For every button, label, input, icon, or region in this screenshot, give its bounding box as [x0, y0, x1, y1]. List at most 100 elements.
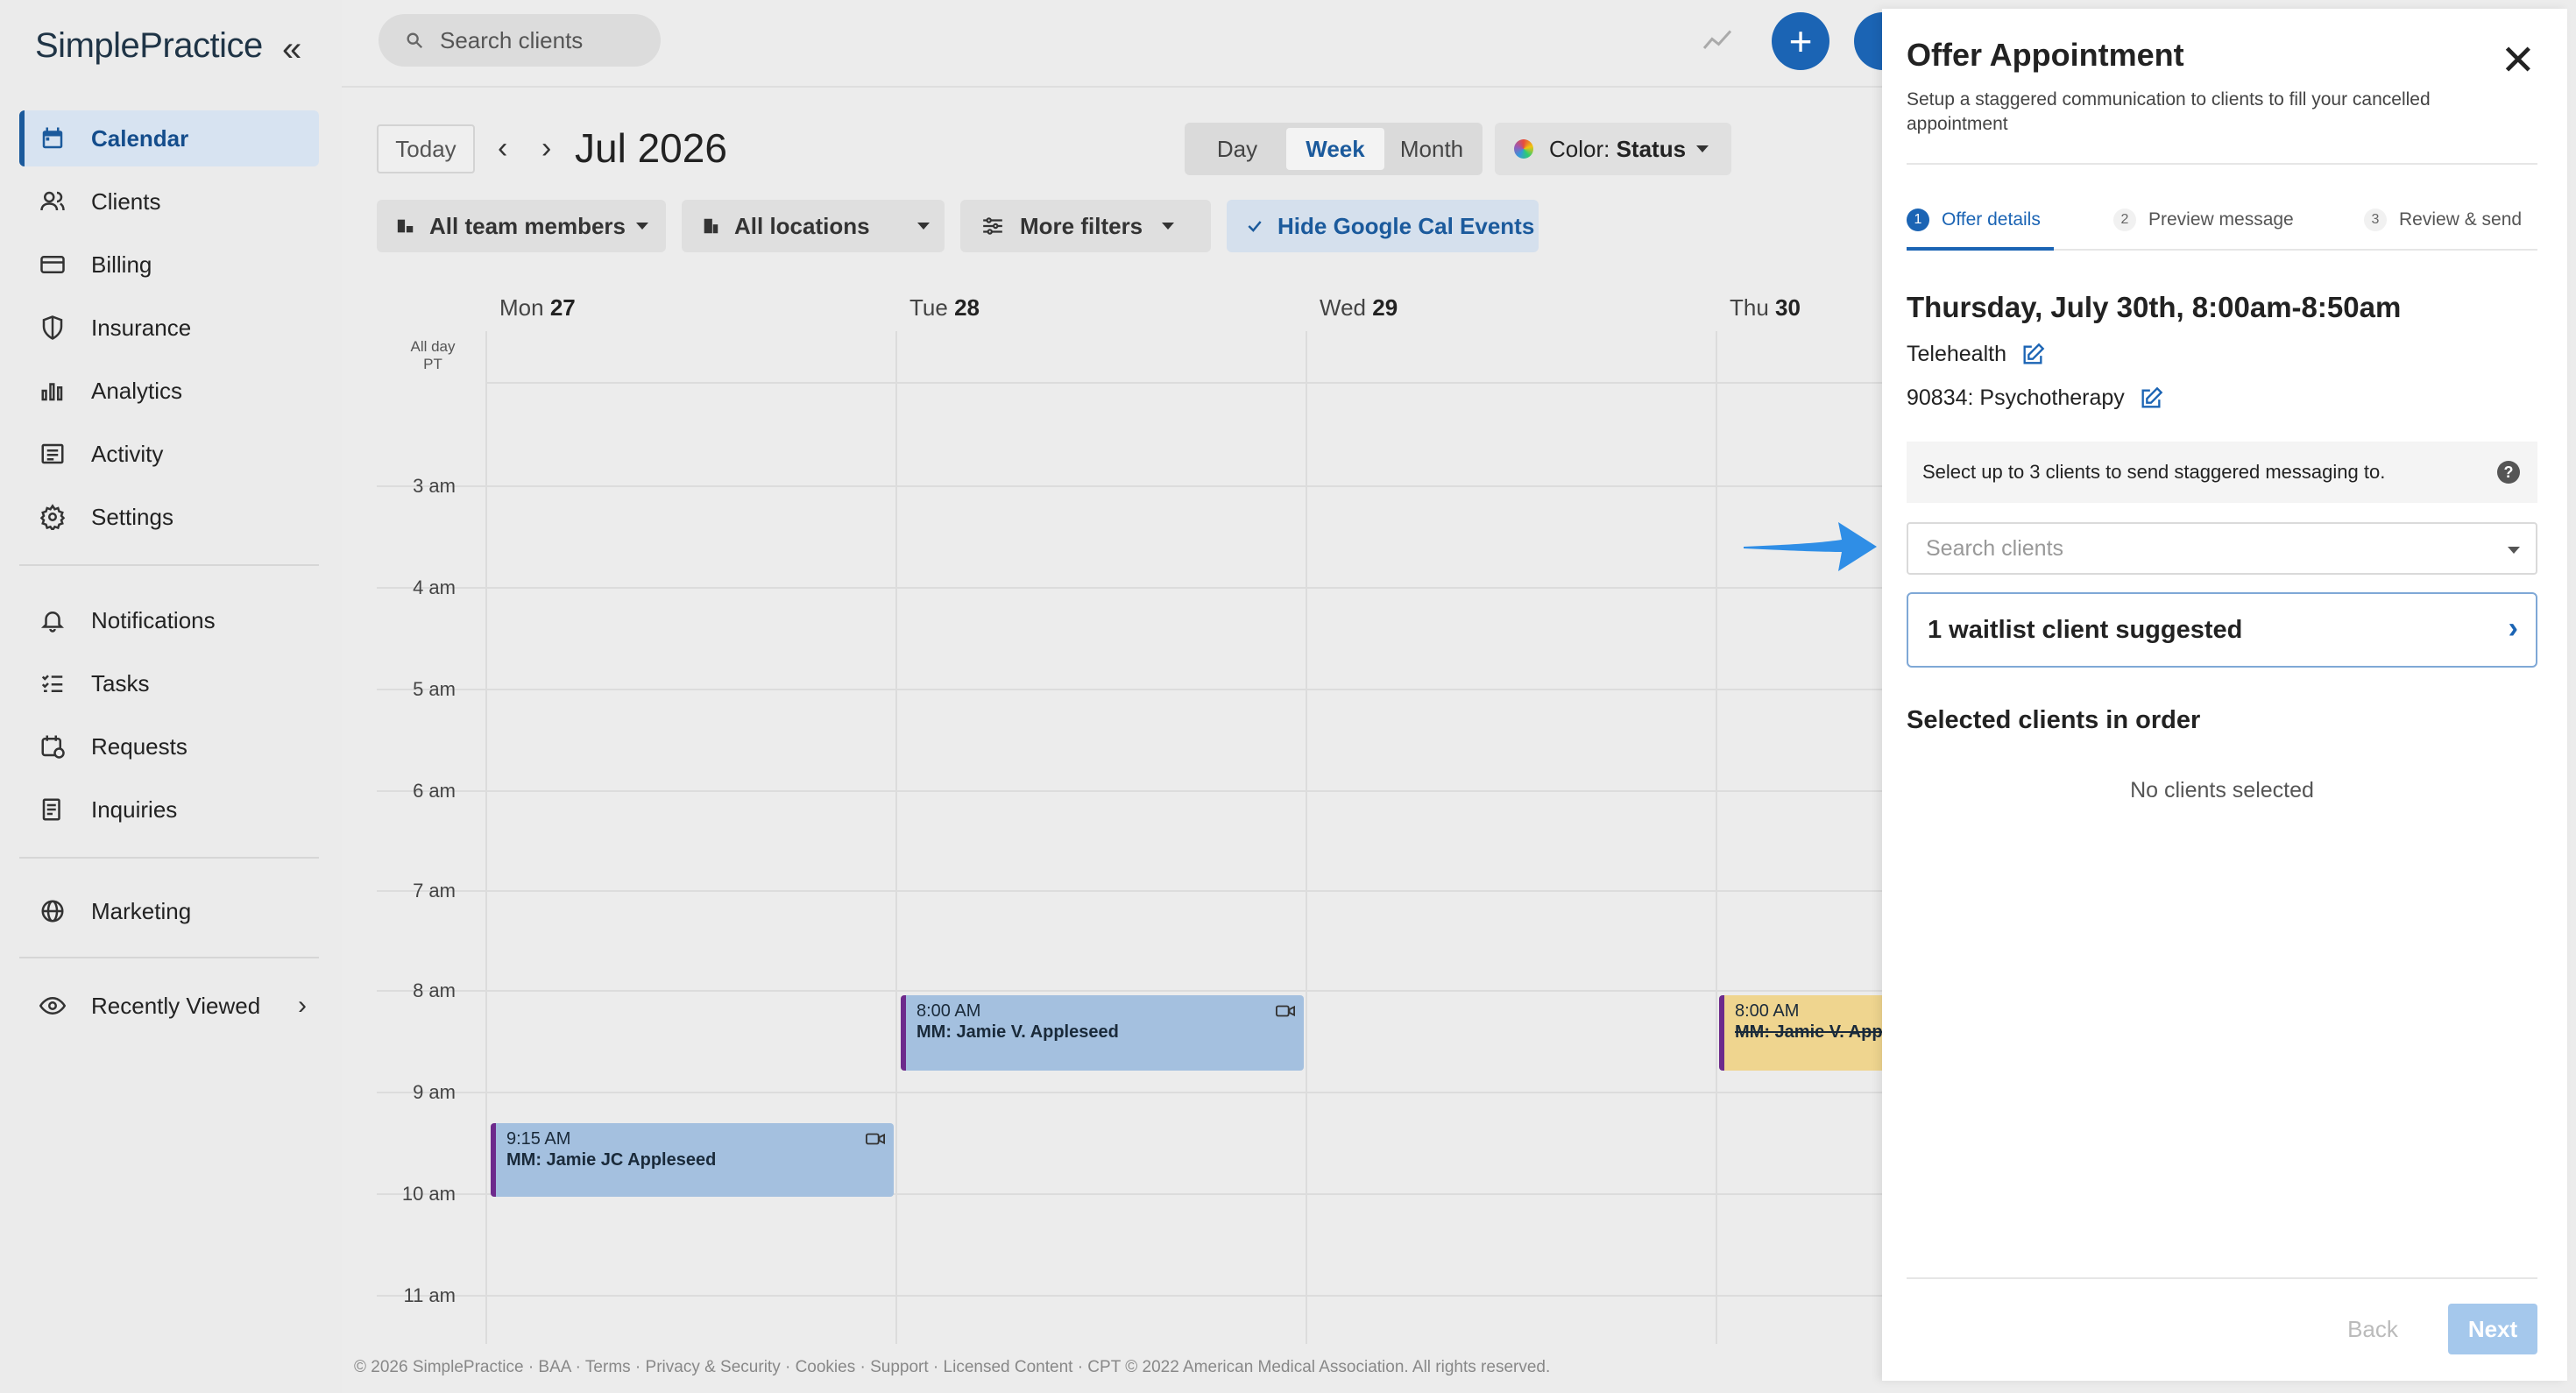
grid-line	[1306, 331, 1307, 1344]
grid-line	[377, 689, 1884, 690]
add-button[interactable]: +	[1772, 12, 1829, 70]
top-bar: Search clients +	[342, 0, 1912, 88]
event-time: 8:00 AM	[1735, 1001, 1800, 1021]
chevron-left-icon[interactable]: ‹	[498, 131, 507, 166]
time-label: 5 am	[413, 678, 456, 700]
sidebar-item-label: Settings	[91, 503, 173, 530]
cancelled-appointment-event[interactable]: 8:00 AM MM: Jamie V. App	[1719, 995, 1882, 1071]
users-icon	[37, 188, 68, 215]
event-time: 8:00 AM	[916, 1001, 981, 1021]
sidebar-item-tasks[interactable]: Tasks	[19, 655, 319, 711]
step-label: Offer details	[1942, 209, 2041, 230]
view-week-button[interactable]: Week	[1286, 128, 1384, 170]
step-preview-message[interactable]: 2 Preview message	[2113, 209, 2294, 231]
today-button[interactable]: Today	[377, 124, 475, 173]
view-day-button[interactable]: Day	[1192, 128, 1283, 170]
time-label: 9 am	[413, 1081, 456, 1103]
client-search-input[interactable]: Search clients	[379, 14, 661, 67]
sidebar-item-analytics[interactable]: Analytics	[19, 363, 319, 419]
color-status-dropdown[interactable]: Color: Status	[1495, 123, 1731, 175]
view-switcher: Day Week Month	[1185, 123, 1483, 175]
caret-down-icon	[1162, 223, 1175, 230]
search-icon	[405, 31, 424, 50]
timezone-label: PT	[423, 356, 442, 372]
appointment-event[interactable]: 8:00 AM MM: Jamie V. Appleseed	[901, 995, 1304, 1071]
list-icon	[37, 441, 68, 467]
sidebar-item-activity[interactable]: Activity	[19, 426, 319, 482]
grid-line	[377, 1092, 1884, 1093]
color-value: Status	[1616, 135, 1687, 162]
day-header-thu[interactable]: Thu 30	[1730, 294, 1801, 322]
sidebar-item-calendar[interactable]: Calendar	[19, 110, 319, 166]
search-placeholder: Search clients	[440, 26, 584, 53]
filter-label: Hide Google Cal Events	[1277, 212, 1535, 239]
step-offer-details[interactable]: 1 Offer details	[1907, 209, 2041, 231]
edit-icon[interactable]	[2020, 343, 2045, 367]
sidebar-divider	[19, 564, 319, 566]
locations-filter[interactable]: All locations	[682, 200, 945, 252]
back-button[interactable]: Back	[2324, 1304, 2422, 1354]
logo[interactable]: SimplePractice	[35, 26, 263, 66]
chevron-right-icon[interactable]: ›	[541, 131, 551, 166]
grid-line	[377, 587, 1884, 589]
day-header-wed[interactable]: Wed 29	[1320, 294, 1398, 322]
sidebar-item-settings[interactable]: Settings	[19, 489, 319, 545]
appointment-event[interactable]: 9:15 AM MM: Jamie JC Appleseed	[491, 1123, 894, 1197]
day-header-mon[interactable]: Mon 27	[499, 294, 576, 322]
footer: © 2026 SimplePractice · BAA · Terms · Pr…	[354, 1358, 1551, 1376]
selected-clients-heading: Selected clients in order	[1907, 706, 2201, 734]
sidebar-item-label: Requests	[91, 732, 188, 760]
sidebar-divider	[19, 857, 319, 859]
time-label: 3 am	[413, 475, 456, 497]
sidebar-item-label: Clients	[91, 187, 161, 215]
grid-line	[895, 331, 897, 1344]
caret-down-icon	[2508, 547, 2520, 554]
sidebar-item-requests[interactable]: Requests	[19, 718, 319, 774]
sidebar-item-notifications[interactable]: Notifications	[19, 592, 319, 648]
help-icon[interactable]: ?	[2497, 461, 2520, 484]
team-members-filter[interactable]: All team members	[377, 200, 666, 252]
sidebar-item-label: Calendar	[91, 124, 189, 152]
edit-icon[interactable]	[2139, 386, 2163, 411]
step-label: Review & send	[2399, 209, 2523, 230]
view-month-button[interactable]: Month	[1386, 128, 1477, 170]
waitlist-suggestion-button[interactable]: 1 waitlist client suggested ›	[1907, 592, 2537, 668]
panel-divider	[1907, 163, 2537, 165]
next-button[interactable]: Next	[2448, 1304, 2537, 1354]
gear-icon	[37, 504, 68, 530]
hide-google-cal-toggle[interactable]: Hide Google Cal Events	[1227, 200, 1539, 252]
sidebar-item-inquiries[interactable]: Inquiries	[19, 781, 319, 838]
sidebar-item-label: Marketing	[91, 897, 192, 924]
day-header-tue[interactable]: Tue 28	[909, 294, 980, 322]
time-label: 10 am	[401, 1183, 456, 1205]
close-icon[interactable]: ✕	[2501, 40, 2536, 82]
sidebar-item-insurance[interactable]: Insurance	[19, 300, 319, 356]
sidebar-item-label: Inquiries	[91, 795, 178, 823]
trend-icon[interactable]	[1700, 25, 1735, 60]
event-client: MM: Jamie V. Appleseed	[916, 1022, 1119, 1042]
video-icon	[1276, 1002, 1295, 1023]
step-review-send[interactable]: 3 Review & send	[2364, 209, 2522, 231]
team-icon	[396, 216, 415, 236]
step-label: Preview message	[2148, 209, 2294, 230]
more-filters-button[interactable]: More filters	[960, 200, 1211, 252]
grid-line	[377, 1295, 1884, 1297]
color-wheel-icon	[1514, 139, 1533, 159]
sidebar-item-billing[interactable]: Billing	[19, 237, 319, 293]
grid-line	[1716, 331, 1717, 1344]
sidebar-divider	[19, 957, 319, 958]
active-step-indicator	[1907, 247, 2054, 251]
caret-down-icon	[1696, 145, 1709, 152]
sidebar-item-recently-viewed[interactable]: Recently Viewed ›	[19, 978, 319, 1034]
sidebar-item-clients[interactable]: Clients	[19, 173, 319, 230]
event-time: 9:15 AM	[506, 1129, 571, 1149]
all-day-label: All day PT	[398, 338, 468, 373]
time-label: 6 am	[413, 780, 456, 802]
check-icon	[1246, 217, 1263, 235]
time-label: 4 am	[413, 576, 456, 598]
sidebar-item-marketing[interactable]: Marketing	[19, 883, 319, 939]
pointer-arrow-icon	[1744, 522, 1877, 571]
collapse-sidebar-icon[interactable]: «	[282, 32, 301, 67]
sidebar-item-label: Notifications	[91, 606, 216, 633]
client-search-dropdown[interactable]: Search clients	[1907, 522, 2537, 575]
